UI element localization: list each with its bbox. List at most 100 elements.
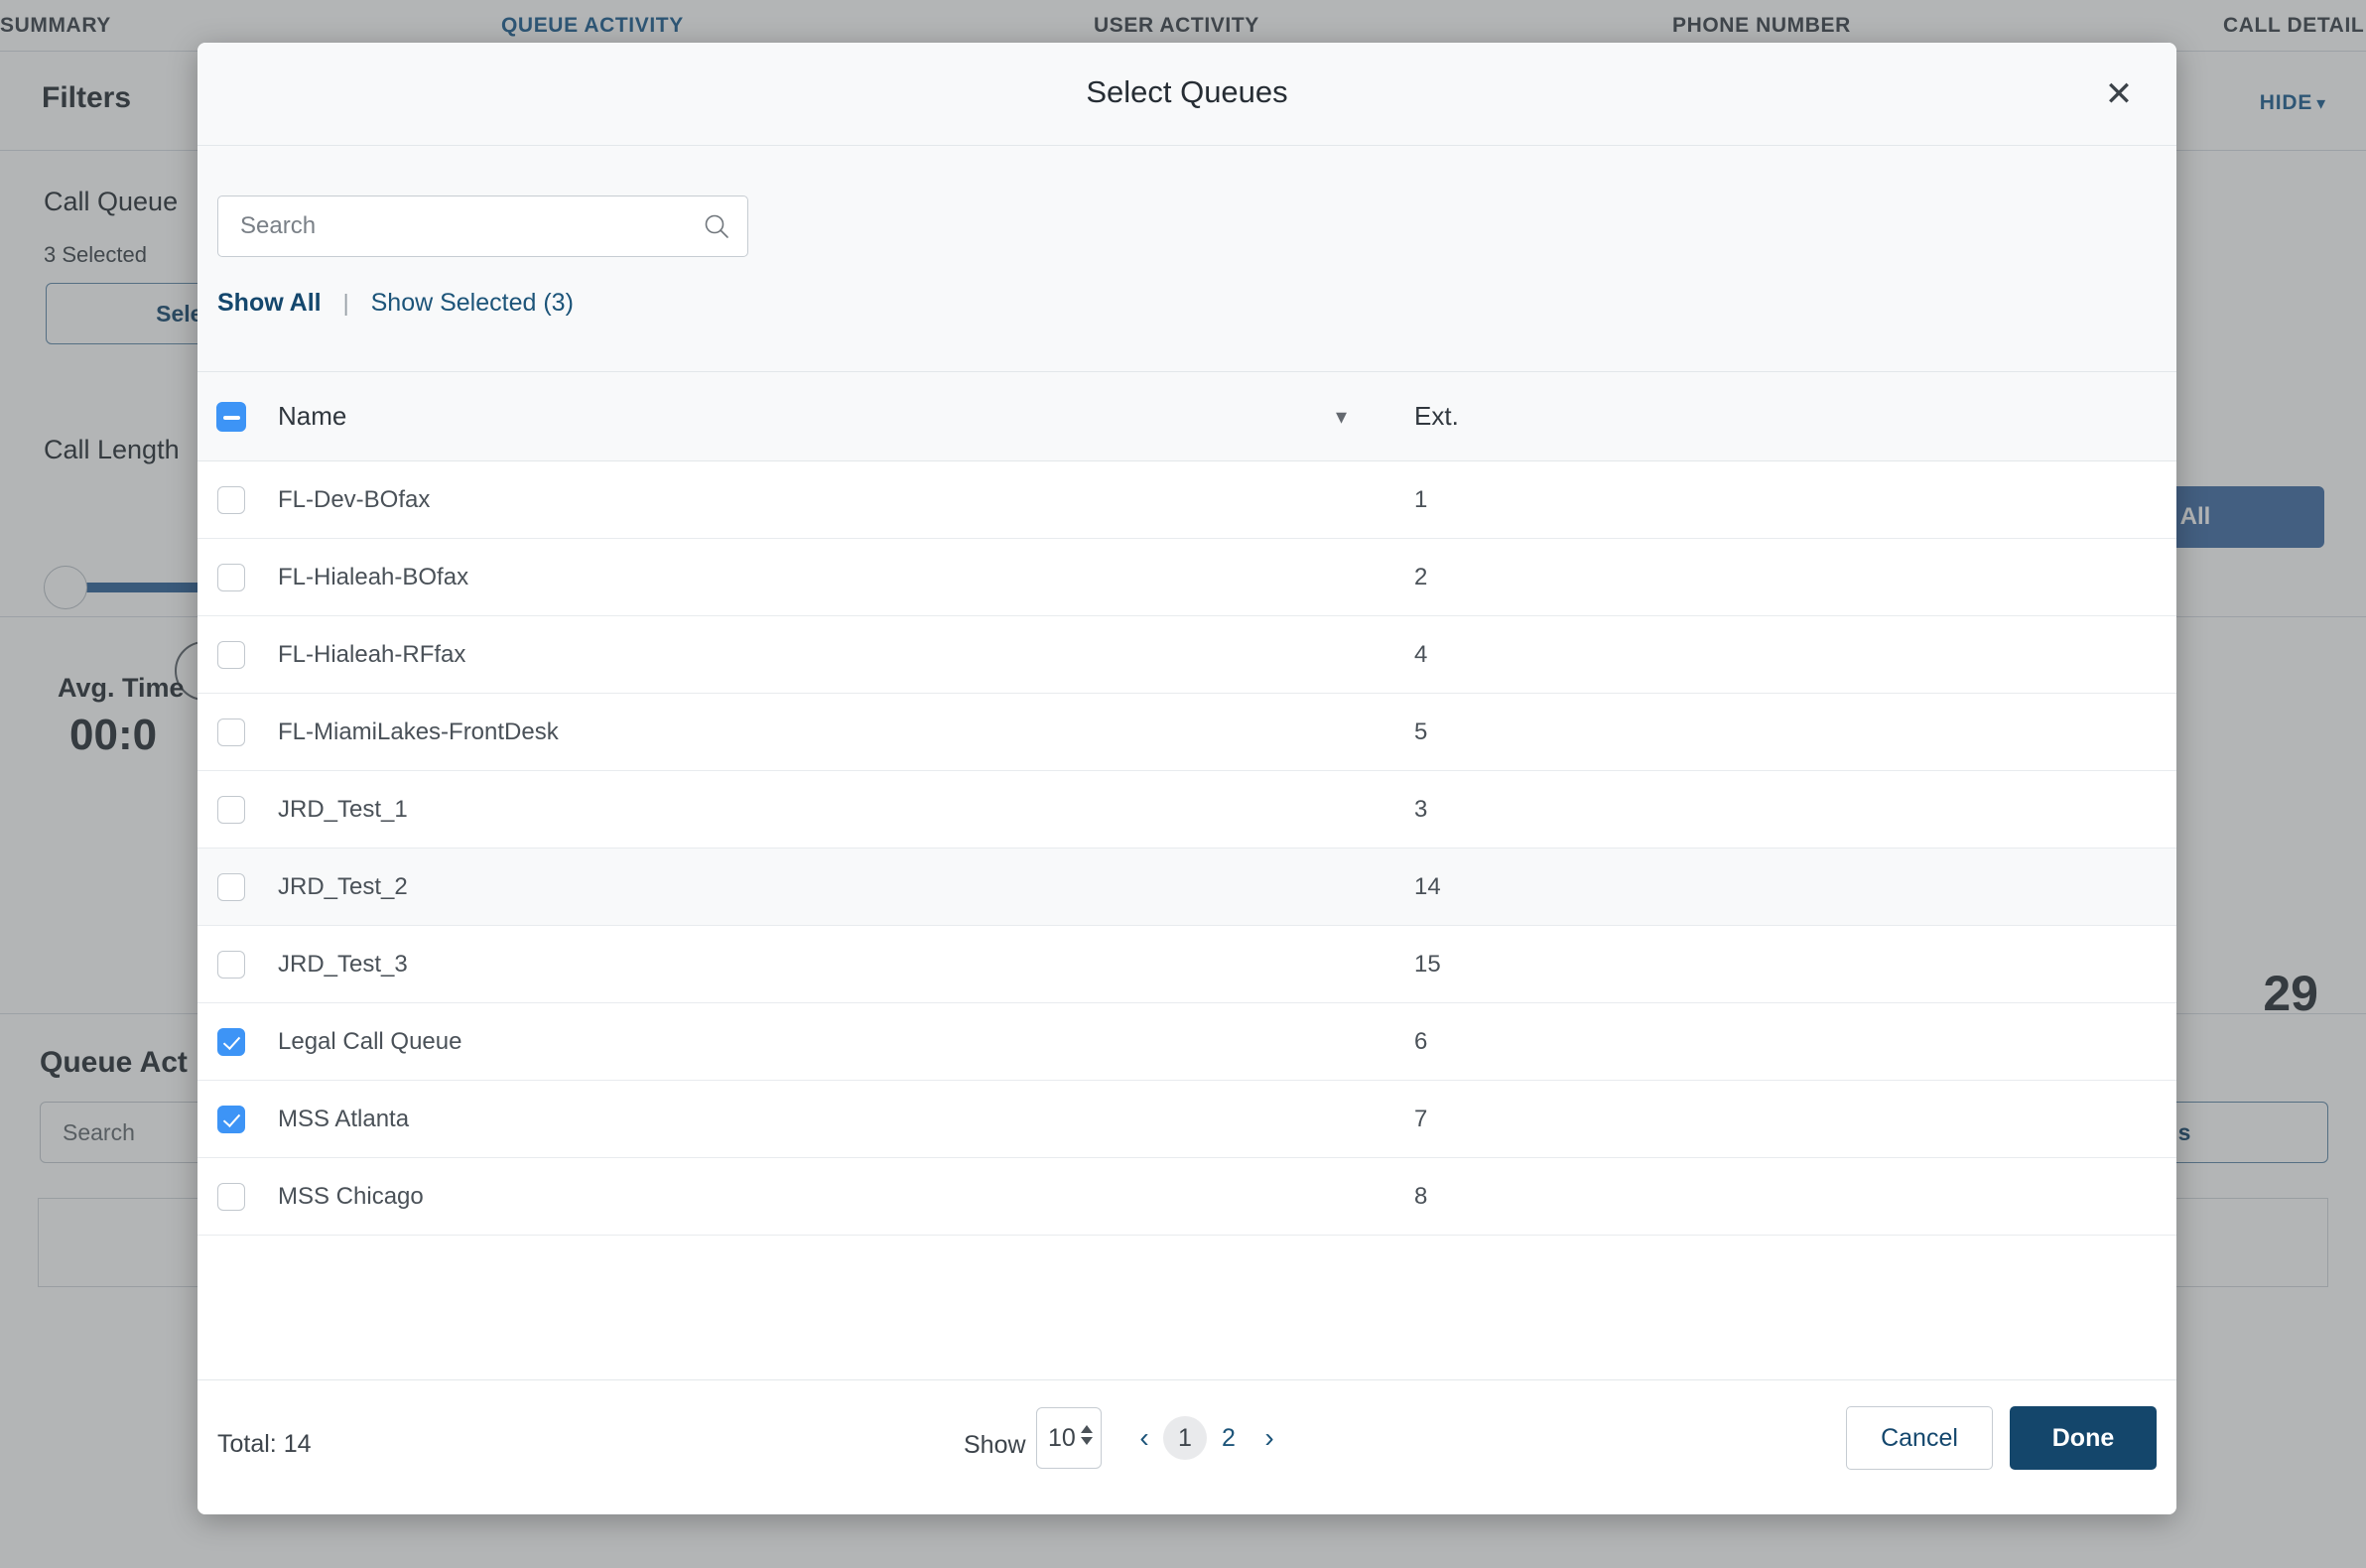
cancel-button[interactable]: Cancel	[1846, 1406, 1993, 1470]
row-name-cell: JRD_Test_3	[265, 926, 1379, 1003]
select-queues-modal: Select Queues ✕ Search Show All | Show S…	[197, 43, 2176, 1514]
toggle-separator: |	[342, 290, 349, 316]
page-size-value: 10	[1048, 1423, 1076, 1452]
column-header-ext[interactable]: Ext.	[1379, 372, 2176, 461]
row-ext-cell: 2	[1379, 539, 2176, 616]
column-header-name[interactable]: Name ▾	[265, 372, 1379, 461]
row-ext-label: 2	[1414, 563, 1428, 590]
row-checkbox[interactable]	[217, 485, 245, 514]
pagination: ‹ 1 2 ›	[1125, 1414, 1288, 1462]
row-checkbox-cell[interactable]	[197, 1182, 265, 1211]
chevron-down-icon[interactable]: ▾	[1336, 404, 1347, 430]
stepper-arrows-icon[interactable]	[1081, 1425, 1093, 1445]
row-checkbox-cell[interactable]	[197, 563, 265, 591]
row-ext-cell: 1	[1379, 461, 2176, 539]
show-filter-toggles: Show All | Show Selected (3)	[217, 289, 574, 318]
row-ext-label: 14	[1414, 872, 1441, 900]
row-ext-cell: 15	[1379, 926, 2176, 1003]
row-ext-label: 8	[1414, 1182, 1428, 1210]
row-name-label: MSS Chicago	[278, 1182, 424, 1210]
row-ext-cell: 8	[1379, 1158, 2176, 1236]
row-checkbox-cell[interactable]	[197, 1105, 265, 1133]
row-ext-label: 5	[1414, 718, 1428, 745]
row-checkbox-cell[interactable]	[197, 640, 265, 669]
show-selected-link[interactable]: Show Selected (3)	[371, 289, 574, 318]
total-count-label: Total: 14	[217, 1430, 312, 1458]
row-checkbox-cell[interactable]	[197, 718, 265, 746]
show-all-link[interactable]: Show All	[217, 289, 322, 318]
row-ext-label: 6	[1414, 1027, 1428, 1055]
chevron-right-icon[interactable]: ›	[1250, 1414, 1288, 1462]
row-checkbox[interactable]	[217, 640, 245, 669]
row-name-label: FL-Hialeah-RFfax	[278, 640, 466, 668]
row-checkbox[interactable]	[217, 795, 245, 824]
row-ext-cell: 14	[1379, 849, 2176, 926]
table-row[interactable]: MSS Chicago 8	[197, 1158, 2176, 1236]
page-button-1[interactable]: 1	[1163, 1416, 1207, 1460]
table-row[interactable]: FL-Hialeah-BOfax 2	[197, 539, 2176, 616]
row-checkbox-cell[interactable]	[197, 485, 265, 514]
row-ext-label: 7	[1414, 1105, 1428, 1132]
row-name-cell: FL-MiamiLakes-FrontDesk	[265, 694, 1379, 771]
row-name-cell: Legal Call Queue	[265, 1003, 1379, 1081]
page-size-stepper[interactable]: 10	[1036, 1407, 1102, 1469]
page-button-2[interactable]: 2	[1207, 1416, 1250, 1460]
row-checkbox-cell[interactable]	[197, 872, 265, 901]
page-size-label: Show	[964, 1431, 1026, 1459]
modal-footer: Total: 14 Show 10 ‹ 1 2 › Cancel Done	[197, 1379, 2176, 1514]
row-name-label: MSS Atlanta	[278, 1105, 410, 1132]
row-checkbox[interactable]	[217, 950, 245, 979]
row-checkbox-cell[interactable]	[197, 1027, 265, 1056]
search-icon	[702, 211, 731, 241]
row-name-label: FL-Dev-BOfax	[278, 485, 431, 513]
row-checkbox-cell[interactable]	[197, 950, 265, 979]
row-name-label: JRD_Test_1	[278, 795, 408, 823]
row-name-label: FL-MiamiLakes-FrontDesk	[278, 718, 559, 745]
row-checkbox[interactable]	[217, 718, 245, 746]
table-row[interactable]: JRD_Test_3 15	[197, 926, 2176, 1003]
select-all-checkbox-cell[interactable]	[197, 401, 265, 432]
row-ext-label: 1	[1414, 485, 1428, 513]
select-all-checkbox[interactable]	[216, 401, 246, 432]
table-row[interactable]: FL-Hialeah-RFfax 4	[197, 616, 2176, 694]
close-icon[interactable]: ✕	[2095, 70, 2143, 118]
table-row[interactable]: JRD_Test_2 14	[197, 849, 2176, 926]
row-name-cell: MSS Chicago	[265, 1158, 1379, 1236]
row-name-label: JRD_Test_3	[278, 950, 408, 978]
search-box[interactable]: Search	[217, 196, 748, 257]
row-ext-label: 15	[1414, 950, 1441, 978]
queue-table-header: Name ▾ Ext.	[197, 372, 2176, 461]
search-input[interactable]: Search	[240, 196, 692, 256]
row-name-cell: JRD_Test_2	[265, 849, 1379, 926]
row-checkbox[interactable]	[217, 1105, 245, 1133]
row-checkbox-cell[interactable]	[197, 795, 265, 824]
row-name-cell: FL-Hialeah-BOfax	[265, 539, 1379, 616]
table-row[interactable]: MSS Atlanta 7	[197, 1081, 2176, 1158]
row-checkbox[interactable]	[217, 872, 245, 901]
done-button[interactable]: Done	[2010, 1406, 2157, 1470]
table-row[interactable]: FL-MiamiLakes-FrontDesk 5	[197, 694, 2176, 771]
column-header-name-label: Name	[278, 401, 347, 431]
row-ext-cell: 3	[1379, 771, 2176, 849]
row-ext-cell: 5	[1379, 694, 2176, 771]
queue-table-body: FL-Dev-BOfax 1 FL-Hialeah-BOfax 2 FL-Hialeah…	[197, 461, 2176, 1236]
modal-search-section: Search Show All | Show Selected (3)	[197, 146, 2176, 372]
table-row[interactable]: JRD_Test_1 3	[197, 771, 2176, 849]
table-row[interactable]: Legal Call Queue 6	[197, 1003, 2176, 1081]
row-name-label: Legal Call Queue	[278, 1027, 462, 1055]
row-name-cell: FL-Dev-BOfax	[265, 461, 1379, 539]
row-checkbox[interactable]	[217, 563, 245, 591]
row-checkbox[interactable]	[217, 1182, 245, 1211]
row-ext-label: 4	[1414, 640, 1428, 668]
column-header-ext-label: Ext.	[1414, 401, 1459, 431]
row-ext-cell: 6	[1379, 1003, 2176, 1081]
row-checkbox[interactable]	[217, 1027, 245, 1056]
row-name-label: JRD_Test_2	[278, 872, 408, 900]
row-ext-cell: 4	[1379, 616, 2176, 694]
table-row[interactable]: FL-Dev-BOfax 1	[197, 461, 2176, 539]
row-name-cell: FL-Hialeah-RFfax	[265, 616, 1379, 694]
chevron-left-icon[interactable]: ‹	[1125, 1414, 1163, 1462]
row-ext-label: 3	[1414, 795, 1428, 823]
row-ext-cell: 7	[1379, 1081, 2176, 1158]
row-name-cell: MSS Atlanta	[265, 1081, 1379, 1158]
